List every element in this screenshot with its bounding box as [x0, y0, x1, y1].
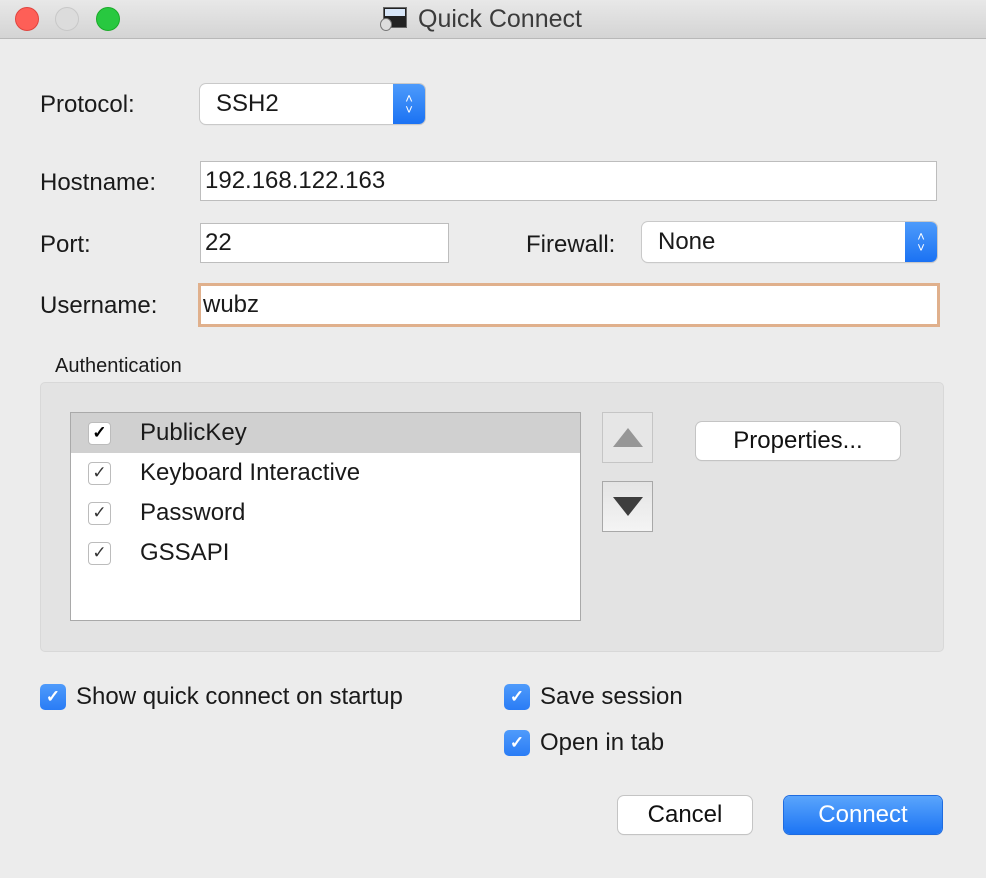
app-terminal-icon [380, 6, 408, 32]
window-title-text: Quick Connect [418, 4, 582, 33]
auth-method-row[interactable]: ✓ PublicKey [71, 413, 580, 453]
up-down-chevron-icon: ˄ ˅ [905, 222, 937, 262]
auth-method-checkbox[interactable]: ✓ [88, 541, 111, 565]
port-input[interactable]: 22 [200, 223, 449, 263]
close-window-button[interactable] [15, 7, 39, 31]
protocol-select[interactable]: SSH2 ˄ ˅ [200, 84, 425, 124]
title-bar: Quick Connect [0, 0, 986, 39]
firewall-value: None [658, 228, 716, 255]
auth-method-checkbox[interactable]: ✓ [88, 501, 111, 525]
up-down-chevron-icon: ˄ ˅ [393, 84, 425, 124]
auth-method-row[interactable]: ✓ Password [71, 493, 580, 533]
properties-button[interactable]: Properties... [696, 422, 900, 460]
maximize-window-button[interactable] [96, 7, 120, 31]
checkmark-icon: ✓ [504, 730, 530, 756]
minimize-window-button[interactable] [55, 7, 79, 31]
auth-method-label: PublicKey [140, 419, 247, 446]
open-in-tab-checkbox[interactable]: ✓ Open in tab [504, 729, 664, 757]
auth-method-checkbox[interactable]: ✓ [88, 421, 111, 445]
auth-method-label: Password [140, 499, 246, 526]
auth-method-row[interactable]: ✓ GSSAPI [71, 533, 580, 573]
auth-method-label: Keyboard Interactive [140, 459, 361, 486]
checkmark-icon: ✓ [504, 684, 530, 710]
port-label: Port: [40, 231, 91, 258]
protocol-label: Protocol: [40, 91, 135, 118]
username-input[interactable]: wubz [198, 283, 940, 327]
checkmark-icon: ✓ [40, 684, 66, 710]
authentication-group-label: Authentication [55, 355, 182, 377]
cancel-button[interactable]: Cancel [618, 796, 752, 834]
connect-button[interactable]: Connect [784, 796, 942, 834]
show-on-startup-label: Show quick connect on startup [76, 683, 403, 710]
save-session-checkbox[interactable]: ✓ Save session [504, 683, 683, 711]
auth-method-row[interactable]: ✓ Keyboard Interactive [71, 453, 580, 493]
hostname-input[interactable]: 192.168.122.163 [200, 161, 937, 201]
auth-method-label: GSSAPI [140, 539, 230, 566]
username-label: Username: [40, 292, 158, 319]
hostname-label: Hostname: [40, 169, 157, 196]
save-session-label: Save session [540, 683, 683, 710]
show-on-startup-checkbox[interactable]: ✓ Show quick connect on startup [40, 683, 403, 711]
window-title: Quick Connect [380, 5, 582, 33]
move-down-button[interactable] [602, 481, 653, 532]
firewall-select[interactable]: None ˄ ˅ [642, 222, 937, 262]
protocol-value: SSH2 [216, 90, 279, 117]
move-up-button[interactable] [602, 412, 653, 463]
open-in-tab-label: Open in tab [540, 729, 665, 756]
authentication-methods-list[interactable]: ✓ PublicKey ✓ Keyboard Interactive ✓ Pas… [70, 412, 581, 621]
triangle-down-icon [612, 497, 643, 516]
triangle-up-icon [612, 428, 643, 447]
firewall-label: Firewall: [526, 231, 616, 258]
auth-method-checkbox[interactable]: ✓ [88, 461, 111, 485]
